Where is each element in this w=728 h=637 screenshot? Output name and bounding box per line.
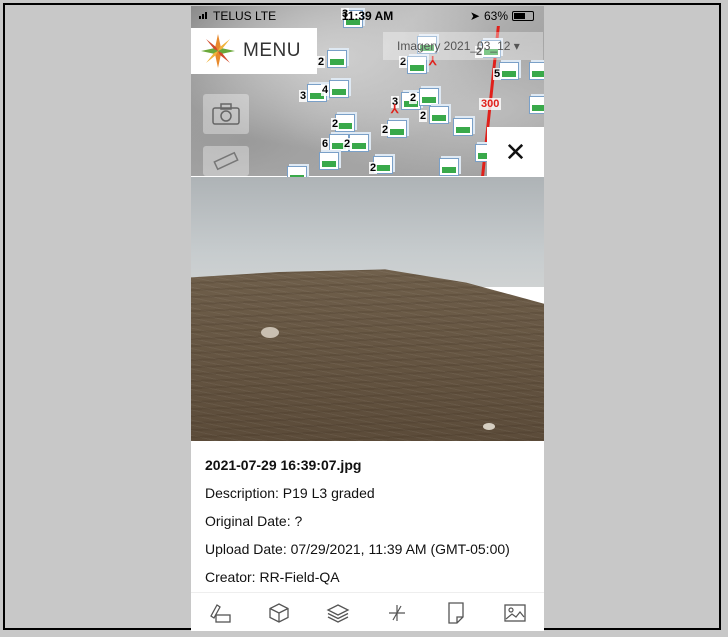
- toolbar-gallery-button[interactable]: [500, 599, 530, 627]
- location-icon: ➤: [469, 9, 480, 23]
- toolbar-layers-button[interactable]: [323, 599, 353, 627]
- cube-icon: [269, 602, 289, 623]
- status-bar: TELUS LTE 11:39 AM ➤ 63%: [191, 6, 544, 26]
- photo-upload-date: Upload Date: 07/29/2021, 11:39 AM (GMT-0…: [205, 541, 510, 557]
- photo-marker[interactable]: [387, 120, 407, 138]
- photo-marker[interactable]: [499, 62, 519, 80]
- route-label: 300: [479, 98, 502, 110]
- marker-count: 2: [331, 118, 340, 130]
- photo-details: 2021-07-29 16:39:07.jpg Description: P19…: [191, 441, 544, 591]
- photo-marker[interactable]: [319, 152, 339, 170]
- photo-marker[interactable]: [453, 118, 473, 136]
- marker-count: 5: [493, 68, 502, 80]
- photo-preview[interactable]: [191, 177, 544, 441]
- photo-marker[interactable]: [529, 96, 544, 114]
- camera-icon: [212, 103, 240, 125]
- measure-button[interactable]: [203, 146, 249, 176]
- marker-count: 3: [299, 90, 308, 102]
- photo-description: Description: P19 L3 graded: [205, 485, 375, 501]
- photo-marker[interactable]: [439, 158, 459, 176]
- image-icon: [503, 603, 526, 622]
- photo-rock: [261, 327, 279, 338]
- marker-count: 4: [321, 84, 330, 96]
- photo-creator: Creator: RR-Field-QA: [205, 569, 340, 585]
- menu-button[interactable]: MENU: [191, 28, 317, 74]
- document-icon: [448, 601, 464, 624]
- photo-marker[interactable]: [349, 134, 369, 152]
- marker-count: 6: [321, 138, 330, 150]
- imagery-selector[interactable]: Imagery 2021_03_12 ▾: [383, 32, 543, 60]
- marker-count: 2: [317, 56, 326, 68]
- toolbar-add-button[interactable]: [382, 599, 412, 627]
- photo-marker[interactable]: [419, 88, 439, 106]
- photo-marker[interactable]: [529, 62, 544, 80]
- toolbar-document-button[interactable]: [441, 599, 471, 627]
- marker-count: 2: [409, 92, 418, 104]
- battery-percent: 63%: [483, 9, 508, 23]
- photo-rock: [483, 423, 495, 430]
- marker-count: 2: [343, 138, 352, 150]
- layers-icon: [326, 603, 350, 623]
- close-button[interactable]: ✕: [487, 127, 544, 177]
- marker-count: 2: [381, 124, 390, 136]
- photo-original-date: Original Date: ?: [205, 513, 303, 529]
- toolbar-draw-button[interactable]: [205, 599, 235, 627]
- toolbar-3d-button[interactable]: [264, 599, 294, 627]
- phone-screen: 3 2 2 ⅄ 3 4 3 2 ⅄ 2 2 2 6 2 2 2 5 300 Im…: [191, 6, 544, 631]
- battery-icon: [512, 11, 534, 21]
- app-logo-icon: [199, 32, 237, 70]
- plus-target-icon: [388, 604, 405, 621]
- camera-button[interactable]: [203, 94, 249, 134]
- ruler-tool-icon: [210, 603, 232, 623]
- photo-marker[interactable]: [329, 80, 349, 98]
- photo-filename: 2021-07-29 16:39:07.jpg: [205, 457, 362, 473]
- bottom-toolbar: [191, 592, 544, 631]
- menu-label: MENU: [243, 40, 301, 61]
- marker-count: 2: [369, 162, 378, 174]
- marker-count: 2: [419, 110, 428, 122]
- pdf-marker-icon[interactable]: ⅄: [391, 102, 403, 116]
- photo-marker[interactable]: [327, 50, 347, 68]
- ruler-icon: [213, 151, 239, 171]
- photo-marker[interactable]: [429, 106, 449, 124]
